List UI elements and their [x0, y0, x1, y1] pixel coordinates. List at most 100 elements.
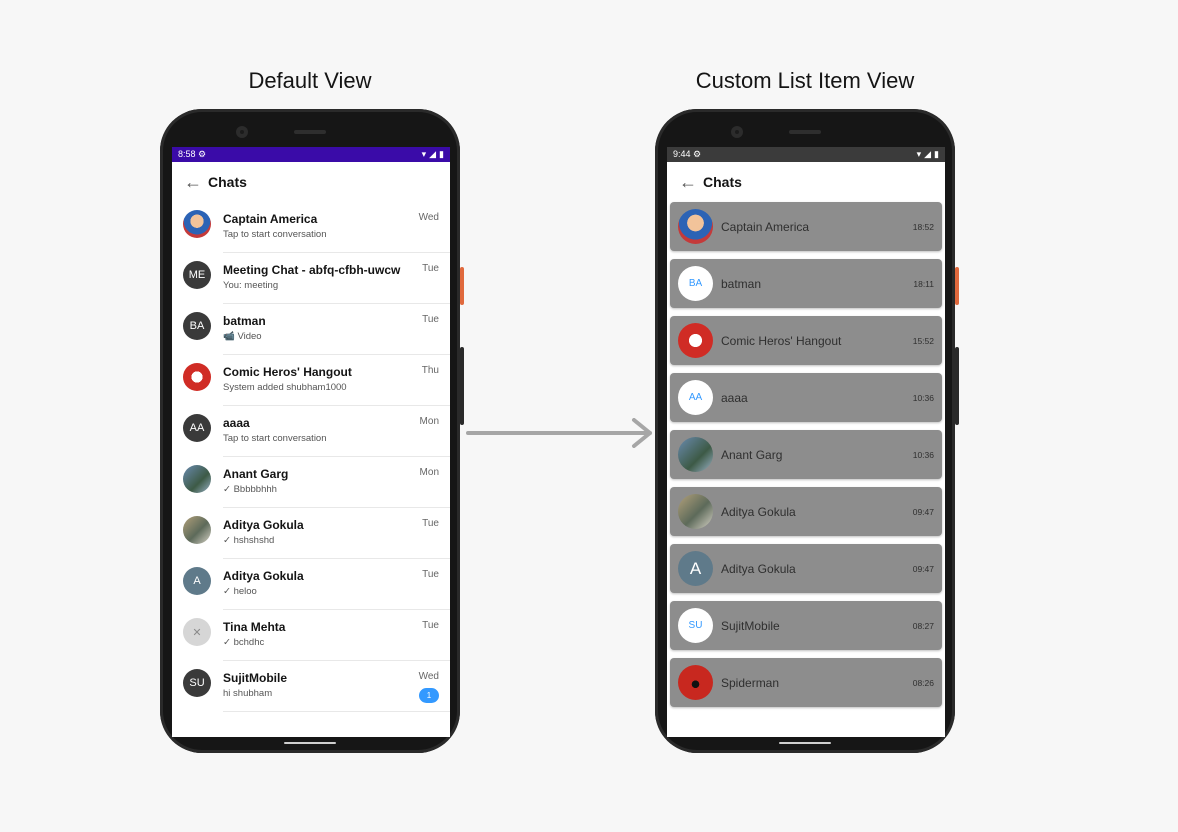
chat-time: Wed	[418, 212, 439, 223]
chat-name: Aditya Gokula	[721, 505, 796, 519]
chat-preview: ✓ bchdhc	[223, 637, 265, 648]
wifi-icon: ▾	[916, 149, 922, 159]
speaker-grille	[294, 130, 326, 134]
avatar: A	[183, 567, 211, 595]
caption-custom-view: Custom List Item View	[695, 68, 915, 93]
chat-card[interactable]: A Aditya Gokula 09:47	[670, 544, 942, 593]
phone-default-view: 8:58 ⚙ ▾ ◢ ▮ ← Chats Captain America Tap t…	[160, 109, 464, 753]
avatar	[183, 465, 211, 493]
phone-custom-view: 9:44 ⚙ ▾ ◢ ▮ ← Chats Captain America 18:52…	[655, 109, 959, 753]
chat-row[interactable]: BA batman 📹 Video Tue	[172, 304, 450, 355]
chat-name: Comic Heros' Hangout	[223, 365, 352, 379]
chat-row[interactable]: A Aditya Gokula ✓ heloo Tue	[172, 559, 450, 610]
chat-row[interactable]: A Comic Heros' Hangout System added shub…	[172, 355, 450, 406]
chat-card[interactable]: A Comic Heros' Hangout 15:52	[670, 316, 942, 365]
chat-row[interactable]: Aditya Gokula ✓ hshshshd Tue	[172, 508, 450, 559]
chat-name: Anant Garg	[721, 448, 783, 462]
avatar: AA	[678, 380, 713, 415]
unread-badge: 1	[419, 688, 439, 703]
chat-list: Captain America Tap to start conversatio…	[172, 202, 450, 712]
chat-row[interactable]: Anant Garg ✓ Bbbbbhhh Mon	[172, 457, 450, 508]
battery-icon: ▮	[934, 149, 939, 159]
chat-card[interactable]: Captain America 18:52	[670, 202, 942, 251]
back-arrow-icon[interactable]: ←	[679, 172, 701, 193]
home-indicator[interactable]	[284, 742, 336, 744]
chat-preview: Tap to start conversation	[223, 433, 327, 444]
chat-name: SujitMobile	[721, 619, 780, 633]
status-bar: 9:44 ⚙ ▾ ◢ ▮	[667, 147, 945, 162]
screen-custom: 9:44 ⚙ ▾ ◢ ▮ ← Chats Captain America 18:52…	[667, 147, 945, 737]
caption-default-view: Default View	[248, 68, 372, 93]
chat-time: Tue	[422, 518, 439, 529]
chat-time: Tue	[422, 314, 439, 325]
avatar: AA	[183, 414, 211, 442]
chat-card[interactable]: Anant Garg 10:36	[670, 430, 942, 479]
chat-card[interactable]: AA aaaa 10:36	[670, 373, 942, 422]
avatar	[678, 437, 713, 472]
chat-time: 09:47	[912, 564, 934, 574]
wifi-icon: ▾	[421, 149, 427, 159]
back-arrow-icon[interactable]: ←	[184, 172, 206, 193]
chat-time: 15:52	[912, 336, 934, 346]
spiderman-avatar-icon	[678, 665, 713, 700]
chat-time: Mon	[419, 416, 439, 427]
avatar	[678, 494, 713, 529]
chat-name: Meeting Chat - abfq-cfbh-uwcw	[223, 263, 401, 277]
chat-preview: ✓ heloo	[223, 586, 257, 597]
volume-button	[460, 347, 464, 425]
chat-row[interactable]: SU SujitMobile hi shubham Wed 1	[172, 661, 450, 712]
avatar	[183, 516, 211, 544]
chat-name: Aditya Gokula	[223, 518, 304, 532]
chat-preview: hi shubham	[223, 688, 273, 699]
settings-icon: ⚙	[198, 149, 207, 159]
chat-card[interactable]: BA batman 18:11	[670, 259, 942, 308]
avatar: BA	[183, 312, 211, 340]
status-time: 8:58	[178, 149, 196, 159]
chat-time: 18:11	[913, 279, 934, 289]
chat-time: Mon	[419, 467, 439, 478]
chat-name: aaaa	[223, 416, 250, 430]
volume-button	[955, 347, 959, 425]
home-indicator[interactable]	[779, 742, 831, 744]
power-button	[460, 267, 464, 305]
page-title: Chats	[703, 174, 742, 190]
custom-chat-list: Captain America 18:52 BA batman 18:11 A …	[667, 202, 945, 707]
chat-row[interactable]: ✕ Tina Mehta ✓ bchdhc Tue	[172, 610, 450, 661]
avatar: ME	[183, 261, 211, 289]
chat-card[interactable]: SU SujitMobile 08:27	[670, 601, 942, 650]
chat-name: Comic Heros' Hangout	[721, 334, 842, 348]
chat-name: Tina Mehta	[223, 620, 286, 634]
battery-icon: ▮	[439, 149, 444, 159]
chat-name: Spiderman	[721, 676, 780, 690]
chat-row[interactable]: AA aaaa Tap to start conversation Mon	[172, 406, 450, 457]
chat-card[interactable]: Spiderman 08:26	[670, 658, 942, 707]
screen-default: 8:58 ⚙ ▾ ◢ ▮ ← Chats Captain America Tap t…	[172, 147, 450, 737]
avatar: SU	[183, 669, 211, 697]
chat-row[interactable]: Captain America Tap to start conversatio…	[172, 202, 450, 253]
avengers-logo-icon: A	[678, 323, 713, 358]
chat-card[interactable]: Aditya Gokula 09:47	[670, 487, 942, 536]
chat-preview: 📹 Video	[223, 331, 262, 342]
signal-icon: ◢	[429, 149, 437, 159]
status-bar: 8:58 ⚙ ▾ ◢ ▮	[172, 147, 450, 162]
chat-name: aaaa	[721, 391, 748, 405]
camera-icon	[236, 126, 248, 138]
avatar: A	[678, 551, 713, 586]
chat-time: Tue	[422, 569, 439, 580]
chat-name: Aditya Gokula	[223, 569, 304, 583]
chat-time: 08:27	[912, 621, 934, 631]
chat-preview: You: meeting	[223, 280, 279, 291]
chat-time: Wed	[418, 671, 439, 682]
chat-name: batman	[223, 314, 266, 328]
avatar: BA	[678, 266, 713, 301]
chat-time: Tue	[422, 263, 439, 274]
settings-icon: ⚙	[693, 149, 702, 159]
camera-icon	[731, 126, 743, 138]
speaker-grille	[789, 130, 821, 134]
chat-row[interactable]: ME Meeting Chat - abfq-cfbh-uwcw You: me…	[172, 253, 450, 304]
chat-time: 10:36	[912, 393, 934, 403]
power-button	[955, 267, 959, 305]
chat-preview: Tap to start conversation	[223, 229, 327, 240]
page-title: Chats	[208, 174, 247, 190]
chat-name: Captain America	[223, 212, 318, 226]
